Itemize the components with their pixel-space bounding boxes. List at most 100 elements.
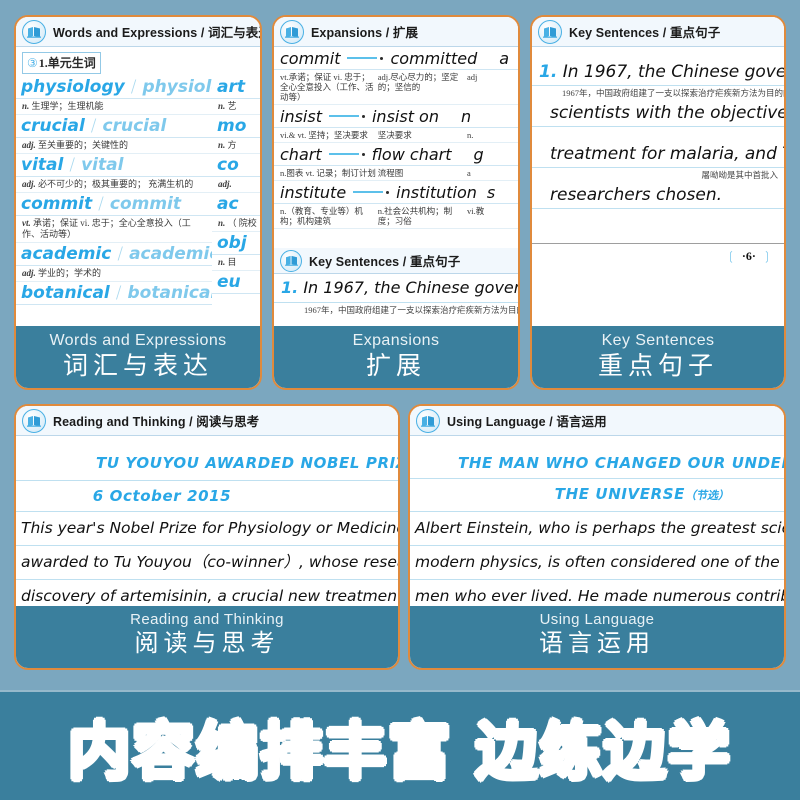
sentence-translation: 屠呦呦是其中首批入 bbox=[701, 170, 778, 180]
part-of-speech: n. bbox=[218, 218, 226, 228]
section-header-label: Reading and Thinking / 阅读与思考 bbox=[53, 415, 260, 429]
caption-en: Using Language bbox=[539, 611, 655, 628]
vocabulary-word: vital bbox=[21, 155, 64, 175]
arrow-icon bbox=[353, 190, 390, 194]
expansion-word-extra: a bbox=[499, 48, 510, 68]
expansion-row-defs: n.图表 vt. 记录；制订计划 流程图 a bbox=[274, 166, 518, 181]
definition-text: 学业的；学术的 bbox=[38, 268, 102, 278]
vocabulary-trace: physiology bbox=[142, 77, 212, 97]
vocabulary-entry: physiology/physiology n. 生理学；生理机能 bbox=[16, 76, 212, 115]
vocabulary-entry: obj n. 目 bbox=[212, 232, 260, 271]
definition-text: 生理学；生理机能 bbox=[31, 101, 104, 111]
expansion-word-extra: n bbox=[460, 106, 472, 126]
arrow-icon bbox=[328, 152, 365, 156]
vocabulary-word: ac bbox=[212, 193, 260, 216]
slash-separator: / bbox=[98, 194, 104, 214]
vocabulary-entry: vital / vital adj. 必不可少的；极其重要的； 充满生机的 bbox=[16, 154, 212, 193]
sub-section-header: Key Sentences / 重点句子 bbox=[274, 248, 518, 274]
part-of-speech: adj. bbox=[22, 268, 36, 278]
expansion-word-from: commit bbox=[280, 48, 341, 68]
part-of-speech: n. bbox=[218, 140, 226, 150]
book-icon bbox=[538, 19, 562, 44]
vocabulary-word: mo bbox=[212, 115, 260, 138]
vocabulary-definition: adj. 必不可少的；极其重要的； 充满生机的 bbox=[16, 177, 212, 193]
article-body-line: Albert Einstein, who is perhaps the grea… bbox=[410, 512, 784, 546]
definition-text: 必不可少的；极其重要的； 充满生机的 bbox=[38, 179, 194, 189]
expansion-word-extra: g bbox=[473, 144, 484, 164]
part-of-speech: vt. bbox=[22, 218, 31, 228]
vocabulary-word: art bbox=[212, 76, 260, 99]
definition-text: （ 院校 bbox=[227, 218, 257, 228]
book-icon bbox=[22, 19, 46, 44]
expansion-def-from: n.图表 vt. 记录；制订计划 bbox=[280, 168, 376, 178]
section-header-label: Words and Expressions / 词汇与表达 bbox=[53, 26, 260, 40]
sub-sentence-block: 1. In 1967, the Chinese government 1967年… bbox=[274, 274, 518, 317]
book-icon bbox=[416, 408, 440, 433]
expansion-row-defs: vt.承诺；保证 vi. 忠于；全心全意投入（工作、活动等） adj.尽心尽力的… bbox=[274, 70, 518, 105]
expansion-word-from: insist bbox=[280, 106, 322, 126]
definition-text: 方 bbox=[227, 140, 237, 150]
key-sentence-block: 1. In 1967, the Chinese government 1967年… bbox=[532, 47, 784, 264]
arrow-icon bbox=[347, 56, 384, 60]
expansion-def-extra: adj bbox=[467, 72, 478, 82]
key-sentence-line: scientists with the objective of d bbox=[532, 100, 784, 127]
slash-separator: / bbox=[69, 155, 76, 175]
vocabulary-definition: adj. bbox=[212, 177, 260, 193]
caption-cn: 语言运用 bbox=[539, 629, 655, 657]
section-header: Reading and Thinking / 阅读与思考 bbox=[16, 406, 398, 436]
card-reading-and-thinking[interactable]: Reading and Thinking / 阅读与思考 TU YOUYOU A… bbox=[14, 404, 400, 670]
bottom-banner: 内容编排丰富 边练边学 bbox=[0, 690, 800, 800]
vocabulary-entry: eu bbox=[212, 271, 260, 294]
expansion-word-to: insist on bbox=[371, 106, 439, 126]
expansion-list: commit committed a vt.承诺；保证 vi. 忠于；全心全意投… bbox=[274, 47, 518, 242]
slash-separator: / bbox=[130, 77, 137, 97]
card-words-and-expressions[interactable]: Words and Expressions / 词汇与表达 ③1.单元生词 ph… bbox=[14, 15, 262, 390]
expansion-def-extra: vi.教 bbox=[467, 206, 485, 216]
vocabulary-word-line: botanical / botanical bbox=[16, 282, 212, 305]
page-number-value: ·6· bbox=[738, 249, 759, 263]
vocabulary-definition: n. （ 院校 bbox=[212, 216, 260, 232]
poster-stage: Words and Expressions / 词汇与表达 ③1.单元生词 ph… bbox=[0, 0, 800, 800]
expansion-row-words: commit committed a bbox=[274, 47, 518, 70]
expansion-def-to: n.社会公共机构；制度；习俗 bbox=[377, 206, 453, 226]
vocabulary-word-line: crucial / crucial bbox=[16, 115, 212, 138]
caption-en: Reading and Thinking bbox=[130, 611, 284, 628]
article-title-line-2: THE UNIVERSE（节选） bbox=[410, 479, 784, 512]
expansion-row-words: institute institution s bbox=[274, 181, 518, 204]
caption-en: Words and Expressions bbox=[49, 332, 227, 349]
expansion-row-defs: vi.& vt. 坚持；坚决要求 坚决要求 n. bbox=[274, 128, 518, 143]
expansion-word-to: institution bbox=[396, 182, 477, 202]
vocabulary-entry: co adj. bbox=[212, 154, 260, 193]
article-title-line-1: THE MAN WHO CHANGED OUR UNDERSTANDING bbox=[410, 448, 784, 479]
vocabulary-entry: art n. 艺 bbox=[212, 76, 260, 115]
card-using-language[interactable]: Using Language / 语言运用 THE MAN WHO CHANGE… bbox=[408, 404, 786, 670]
section-header: Using Language / 语言运用 bbox=[410, 406, 784, 436]
article-body-line: awarded to Tu Youyou（co-winner）, whose r… bbox=[16, 546, 398, 580]
card-key-sentences[interactable]: Key Sentences / 重点句子 1. In 1967, the Chi… bbox=[530, 15, 786, 390]
section-header-label: Using Language / 语言运用 bbox=[447, 415, 607, 429]
expansion-def-to: 流程图 bbox=[377, 168, 404, 178]
vocabulary-columns: physiology/physiology n. 生理学；生理机能 crucia… bbox=[16, 76, 260, 305]
part-of-speech: adj. bbox=[22, 179, 36, 189]
vocabulary-word: academic bbox=[21, 244, 112, 264]
expansion-word-extra: s bbox=[486, 182, 496, 202]
section-header: Key Sentences / 重点句子 bbox=[532, 17, 784, 47]
page-number: ❲ ·6· ❳ bbox=[532, 243, 784, 264]
sub-section-header-label: Key Sentences / 重点句子 bbox=[309, 255, 461, 269]
vocabulary-word: botanical bbox=[21, 283, 110, 303]
section-header: Words and Expressions / 词汇与表达 bbox=[16, 17, 260, 47]
expansion-row-defs: n.（教育、专业等）机构；机构建筑 n.社会公共机构；制度；习俗 vi.教 bbox=[274, 204, 518, 229]
card-caption: Expansions 扩展 bbox=[274, 326, 518, 388]
part-of-speech: n. bbox=[22, 101, 30, 111]
expansion-row: institute institution s n.（教育、专业等）机构；机构建… bbox=[274, 181, 518, 229]
book-icon bbox=[280, 249, 302, 272]
vocabulary-trace: crucial bbox=[102, 116, 167, 136]
card-expansions[interactable]: Expansions / 扩展 commit committed a vt.承诺… bbox=[272, 15, 520, 390]
vocabulary-entry: botanical / botanical bbox=[16, 282, 212, 305]
expansion-def-from: vi.& vt. 坚持；坚决要求 bbox=[280, 130, 368, 140]
expansion-row: commit committed a vt.承诺；保证 vi. 忠于；全心全意投… bbox=[274, 47, 518, 105]
vocabulary-entry: mo n. 方 bbox=[212, 115, 260, 154]
article-body-line: modern physics, is often considered one … bbox=[410, 546, 784, 580]
vocabulary-entry: commit / commit vt. 承诺；保证 vi. 忠于；全心全意投入（工作… bbox=[16, 193, 212, 243]
